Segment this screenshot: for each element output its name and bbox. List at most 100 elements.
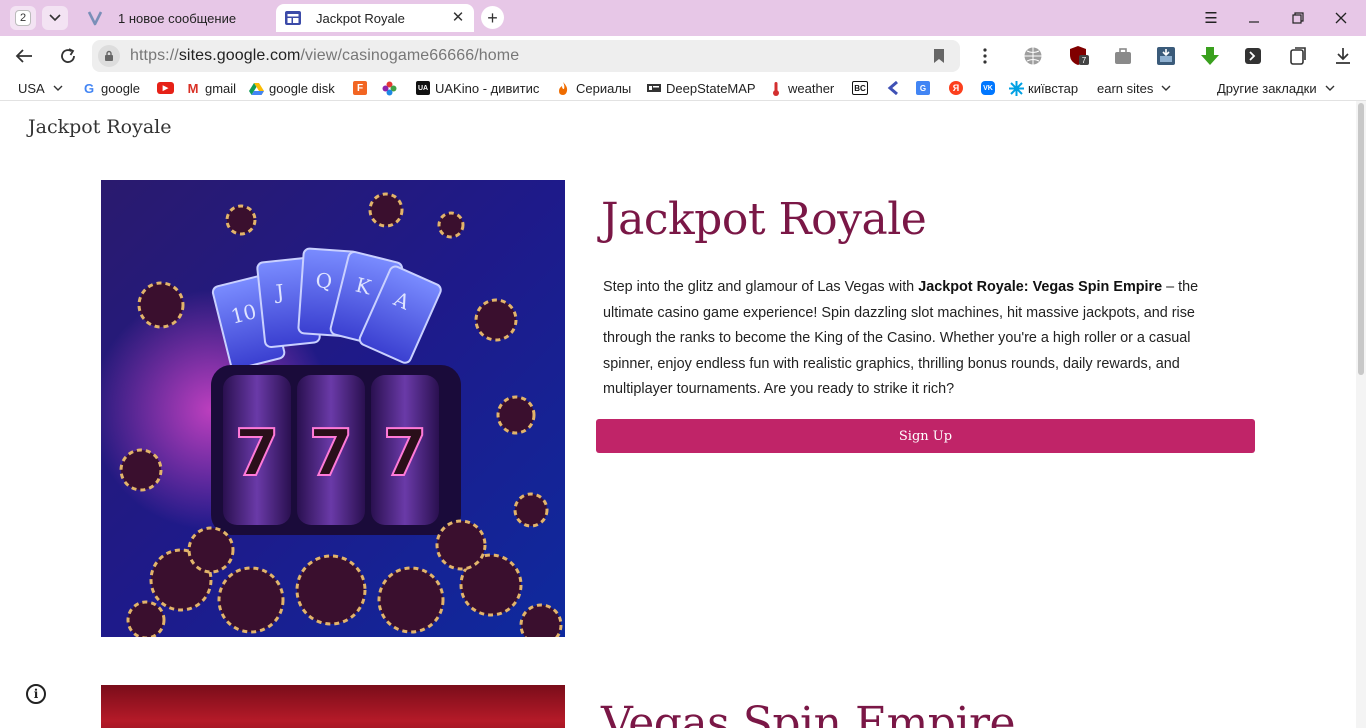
info-icon[interactable]: i	[26, 684, 46, 704]
lock-icon[interactable]	[98, 45, 120, 67]
bookmark-google[interactable]: G google	[82, 79, 140, 97]
bookmark-youtube[interactable]: ▶	[157, 79, 179, 97]
sign-up-label: Sign Up	[898, 428, 953, 444]
terminal-extension-icon[interactable]	[1242, 45, 1264, 67]
downloader-extension-icon[interactable]	[1155, 45, 1177, 67]
second-section-image	[101, 685, 565, 728]
bookmarks-bar: USA G google ▶ M gmail google disk F UA …	[0, 76, 1366, 101]
more-vertical-icon[interactable]	[974, 45, 996, 67]
bookmark-label: Сериалы	[576, 80, 632, 96]
thermometer-icon	[773, 81, 779, 96]
slot-machine: 7 7 7	[211, 365, 461, 535]
google-sites-icon	[284, 9, 302, 27]
chevron-down-icon	[1325, 85, 1335, 91]
bookmark-f[interactable]: F	[353, 79, 372, 97]
bookmark-weather[interactable]: weather	[772, 79, 834, 97]
bookmark-flower[interactable]	[382, 79, 397, 97]
youtube-icon: ▶	[157, 82, 174, 94]
briefcase-icon[interactable]	[1112, 45, 1134, 67]
tab-counter-button[interactable]: 2	[10, 6, 36, 30]
restore-icon[interactable]	[1283, 6, 1313, 30]
url-text[interactable]: https://sites.google.com/view/casinogame…	[130, 47, 519, 65]
description-bold-title: Jackpot Royale: Vegas Spin Empire	[918, 279, 1163, 295]
translate-icon: G	[916, 81, 930, 95]
browser-toolbar: https://sites.google.com/view/casinogame…	[0, 36, 1366, 76]
tab-jackpot-royale[interactable]: Jackpot Royale ✕	[276, 4, 474, 32]
bookmark-vk[interactable]: VK	[981, 79, 1000, 97]
bookmark-label: gmail	[205, 80, 237, 96]
address-bar[interactable]: https://sites.google.com/view/casinogame…	[92, 40, 960, 72]
description-intro: Step into the glitz and glamour of Las V…	[603, 279, 919, 295]
tab-title: 1 новое сообщение	[118, 10, 237, 26]
uakino-icon: UA	[416, 81, 430, 95]
bookmark-label: DeepStateMAP	[666, 80, 756, 96]
chevron-down-icon	[53, 85, 63, 91]
reel-seven: 7	[309, 417, 354, 491]
svg-text:7: 7	[1082, 56, 1087, 65]
bookmark-deepstatemap[interactable]: DeepStateMAP	[647, 79, 756, 97]
close-tab-icon[interactable]: ✕	[450, 10, 466, 26]
gmail-icon: M	[187, 80, 199, 96]
arrow-icon	[887, 81, 898, 95]
bookmark-kyivstar[interactable]: київстар	[1009, 79, 1078, 97]
new-tab-plus-icon[interactable]: +	[481, 6, 504, 29]
close-window-icon[interactable]	[1326, 6, 1356, 30]
tab-messages[interactable]: 1 новое сообщение	[80, 4, 270, 32]
tab-count: 2	[14, 10, 32, 26]
card-label: Q	[315, 268, 333, 293]
bookmark-yandex[interactable]: Я	[949, 79, 968, 97]
url-scheme: https://	[130, 47, 179, 64]
flower-icon	[382, 81, 397, 95]
minimize-icon[interactable]	[1239, 6, 1269, 30]
bookmark-label: weather	[788, 80, 835, 96]
chevron-down-icon	[1161, 85, 1171, 91]
sign-up-button[interactable]: Sign Up	[596, 419, 1255, 453]
scrollbar-thumb[interactable]	[1358, 103, 1364, 375]
vk-icon: VK	[981, 81, 995, 95]
tab-title: Jackpot Royale	[316, 10, 405, 26]
bookmark-uakino[interactable]: UA UAKino - дивитис	[416, 79, 539, 97]
bookmark-google-disk[interactable]: google disk	[249, 79, 335, 97]
bookmark-arrow[interactable]	[887, 79, 899, 97]
page-scrollbar[interactable]	[1356, 101, 1366, 728]
f-icon: F	[353, 81, 367, 95]
collections-icon[interactable]	[1287, 45, 1309, 67]
tab-strip: 2 1 новое сообщение Jackpot Royale ✕ + ☰	[0, 0, 1366, 36]
bookmark-folder-earn-sites[interactable]: earn sites	[1097, 79, 1171, 97]
download-arrow-green-icon[interactable]	[1199, 45, 1221, 67]
casino-hero-image: 10 J Q K A 7 7 7	[101, 180, 565, 637]
globe-vpn-icon[interactable]	[1022, 45, 1044, 67]
url-path: /view/casinogame66666/home	[300, 47, 520, 64]
reel-seven: 7	[383, 417, 428, 491]
kyivstar-icon	[1009, 80, 1024, 96]
bookmark-folder-usa[interactable]: USA	[18, 79, 63, 97]
bookmark-translate[interactable]: G	[916, 79, 935, 97]
bookmark-label: UAKino - дивитис	[435, 80, 540, 96]
reel-seven: 7	[235, 417, 280, 491]
bookmark-bc[interactable]: BC	[852, 79, 873, 97]
bookmark-folder-other[interactable]: Другие закладки	[1217, 79, 1335, 97]
bookmark-serialy[interactable]: Сериалы	[557, 79, 631, 97]
url-host: sites.google.com	[178, 47, 301, 64]
bookmark-gmail[interactable]: M gmail	[186, 79, 237, 97]
vivaldi-v-icon	[86, 9, 104, 27]
tab-list-chevron-icon[interactable]	[42, 6, 68, 30]
ublock-shield-icon[interactable]: 7	[1068, 45, 1090, 67]
deepstate-icon	[647, 84, 661, 92]
google-drive-icon	[249, 82, 264, 95]
yandex-icon: Я	[949, 81, 963, 95]
second-section-title: Vegas Spin Empire	[601, 698, 1016, 728]
bookmark-label: google disk	[269, 80, 335, 96]
menu-hamburger-icon[interactable]: ☰	[1196, 6, 1226, 30]
site-name-link[interactable]: Jackpot Royale	[28, 116, 172, 138]
bookmark-label: earn sites	[1097, 80, 1154, 96]
back-arrow-icon[interactable]	[12, 44, 36, 68]
reload-icon[interactable]	[56, 44, 80, 68]
description-body: – the ultimate casino game experience! S…	[603, 279, 1199, 398]
bookmark-flag-icon[interactable]	[930, 47, 948, 65]
downloads-icon[interactable]	[1332, 45, 1354, 67]
bookmark-label: google	[101, 80, 141, 96]
hero-description: Step into the glitz and glamour of Las V…	[603, 275, 1233, 403]
bc-icon: BC	[852, 81, 868, 95]
bookmark-label: Другие закладки	[1217, 80, 1317, 96]
